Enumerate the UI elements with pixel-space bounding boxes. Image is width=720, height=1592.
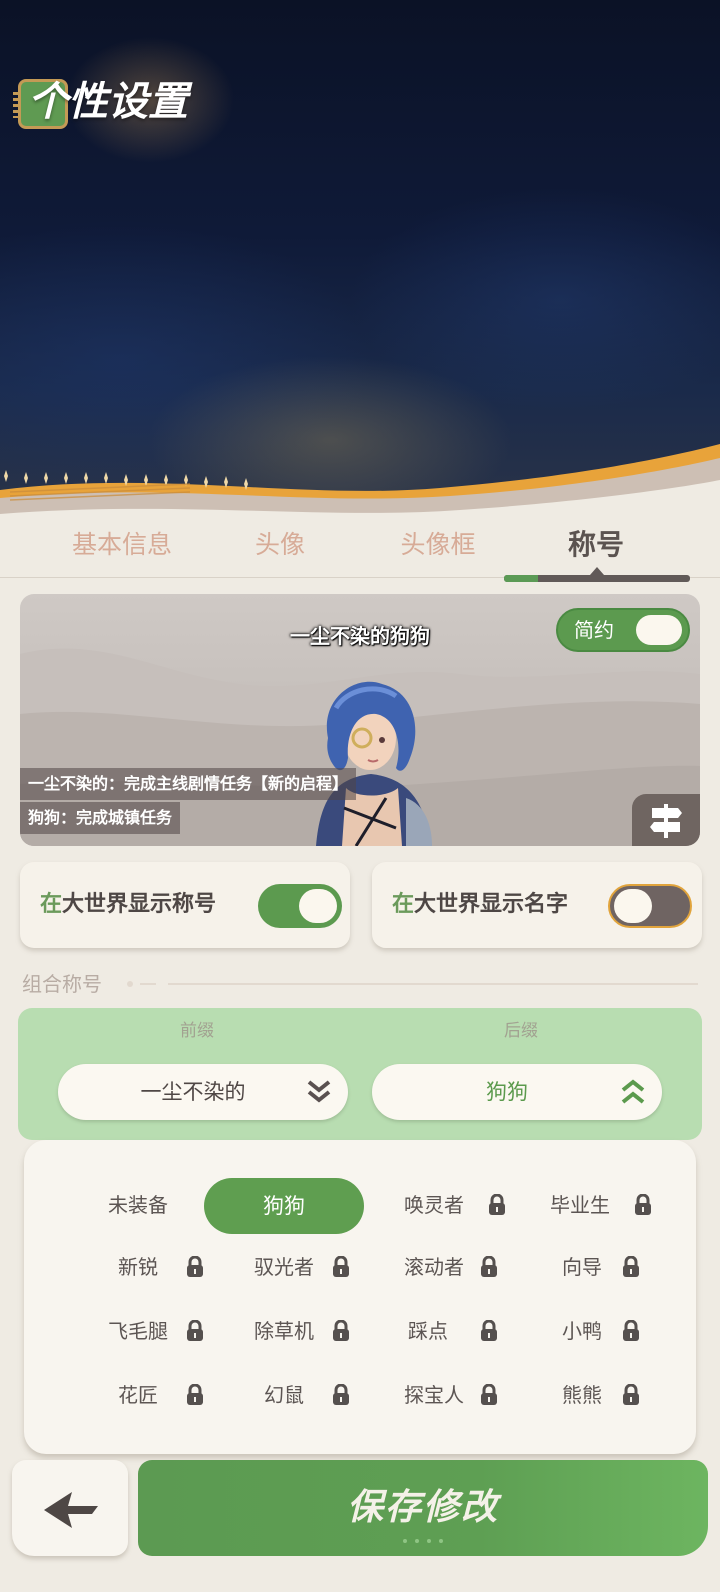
lock-icon	[187, 1384, 203, 1405]
label-accent: 在	[392, 892, 415, 917]
suffix-select[interactable]: 狗狗	[372, 1064, 662, 1120]
save-changes-button[interactable]: 保存修改	[138, 1460, 708, 1556]
title-option-locked[interactable]: 除草机	[254, 1304, 349, 1358]
tab-basic-info[interactable]: 基本信息	[42, 520, 202, 570]
title-option-locked[interactable]: 幻鼠	[264, 1368, 349, 1422]
title-option-label: 幻鼠	[264, 1383, 304, 1407]
title-option-locked[interactable]: 熊熊	[562, 1368, 639, 1422]
show-title-in-world-card[interactable]: 在大世界显示称号	[20, 862, 350, 948]
title-option-locked[interactable]: 踩点	[408, 1304, 497, 1358]
title-option-locked[interactable]: 向导	[562, 1240, 639, 1294]
prefix-select[interactable]: 一尘不染的	[58, 1064, 348, 1120]
title-option-label: 滚动者	[404, 1255, 464, 1279]
page-title-block: 个性设置	[13, 74, 188, 134]
lock-icon	[489, 1194, 505, 1215]
chevron-down-icon	[307, 1080, 331, 1103]
suffix-label: 后缀	[504, 1021, 538, 1041]
tab-title[interactable]: 称号	[516, 520, 676, 570]
toggle-knob	[614, 889, 652, 923]
title-option-label: 向导	[562, 1255, 602, 1279]
title-option-locked[interactable]: 小鸭	[562, 1304, 639, 1358]
lock-icon	[481, 1320, 497, 1341]
back-button[interactable]	[12, 1460, 128, 1556]
lock-icon	[333, 1320, 349, 1341]
show-name-in-world-toggle[interactable]	[608, 884, 692, 928]
lock-icon	[481, 1384, 497, 1405]
suffix-value: 狗狗	[486, 1080, 528, 1104]
title-option-label: 飞毛腿	[108, 1319, 168, 1343]
title-option-label: 花匠	[118, 1383, 158, 1407]
toggle-knob	[299, 889, 337, 923]
title-option-selected[interactable]: 狗狗	[204, 1178, 364, 1234]
section-divider	[168, 983, 698, 985]
title-option-unequipped[interactable]: 未装备	[108, 1178, 168, 1232]
title-option-locked[interactable]: 滚动者	[404, 1240, 497, 1294]
title-option-label: 探宝人	[404, 1383, 464, 1407]
signpost-icon	[650, 804, 682, 838]
label-accent: 在	[40, 892, 63, 917]
title-option-label: 熊熊	[562, 1383, 602, 1407]
show-title-in-world-label: 在大世界显示称号	[40, 862, 216, 948]
combo-title-section-heading: 组合称号	[22, 972, 102, 996]
title-option-list: 未装备 狗狗 唤灵者 毕业生 新锐 驭光者 滚动者 向导 飞毛腿 除草机 踩点 …	[24, 1140, 696, 1454]
title-option-locked[interactable]: 花匠	[118, 1368, 203, 1422]
combo-title-panel: 前缀 后缀 一尘不染的 狗狗	[18, 1008, 702, 1140]
section-divider-ornament	[127, 981, 156, 987]
lock-icon	[333, 1384, 349, 1405]
title-option-label: 毕业生	[550, 1193, 610, 1217]
prefix-value: 一尘不染的	[140, 1080, 246, 1104]
title-option-label: 新锐	[118, 1255, 158, 1279]
title-option-locked[interactable]: 毕业生	[550, 1178, 651, 1232]
title-option-locked[interactable]: 驭光者	[254, 1240, 349, 1294]
show-title-in-world-toggle[interactable]	[258, 884, 342, 928]
lock-icon	[187, 1256, 203, 1277]
title-option-label: 唤灵者	[404, 1193, 464, 1217]
label-rest: 大世界显示称号	[62, 892, 217, 917]
title-option-locked[interactable]: 探宝人	[404, 1368, 497, 1422]
show-name-in-world-label: 在大世界显示名字	[392, 862, 568, 948]
preview-description-line: 一尘不染的：完成主线剧情任务【新的启程】	[20, 768, 357, 800]
title-option-label: 踩点	[408, 1319, 448, 1343]
simple-mode-toggle[interactable]: 简约	[556, 608, 690, 652]
back-arrow-icon	[44, 1492, 98, 1528]
lock-icon	[481, 1256, 497, 1277]
label-rest: 大世界显示名字	[414, 892, 569, 917]
simple-mode-label: 简约	[574, 618, 614, 642]
save-button-ornament	[403, 1539, 443, 1543]
lock-icon	[333, 1256, 349, 1277]
tab-active-indicator	[504, 567, 690, 582]
tab-avatar[interactable]: 头像	[200, 520, 360, 570]
preview-description-line: 狗狗：完成城镇任务	[20, 802, 181, 834]
show-name-in-world-card[interactable]: 在大世界显示名字	[372, 862, 702, 948]
tab-avatar-frame[interactable]: 头像框	[358, 520, 518, 570]
character-avatar	[316, 681, 432, 846]
signpost-button[interactable]	[632, 794, 700, 846]
prefix-label: 前缀	[180, 1021, 214, 1041]
title-option-label: 未装备	[108, 1193, 168, 1217]
lock-icon	[187, 1320, 203, 1341]
title-option-locked[interactable]: 新锐	[118, 1240, 203, 1294]
title-option-label: 除草机	[254, 1319, 314, 1343]
title-option-label: 驭光者	[254, 1255, 314, 1279]
chevron-up-icon	[621, 1079, 645, 1104]
title-option-locked[interactable]: 飞毛腿	[108, 1304, 203, 1358]
page-title: 个性设置	[28, 78, 188, 125]
title-option-label: 小鸭	[562, 1319, 602, 1343]
lock-icon	[623, 1384, 639, 1405]
lock-icon	[635, 1194, 651, 1215]
tab-bar: 基本信息 头像 头像框 称号	[0, 520, 720, 580]
simple-mode-knob	[636, 615, 682, 645]
lock-icon	[623, 1320, 639, 1341]
title-option-locked[interactable]: 唤灵者	[404, 1178, 505, 1232]
title-preview-card: 一尘不染的狗狗 简约 一尘不染的：完成主线剧情任务【新的启程】 狗狗：完成城镇任…	[20, 594, 700, 846]
lock-icon	[623, 1256, 639, 1277]
